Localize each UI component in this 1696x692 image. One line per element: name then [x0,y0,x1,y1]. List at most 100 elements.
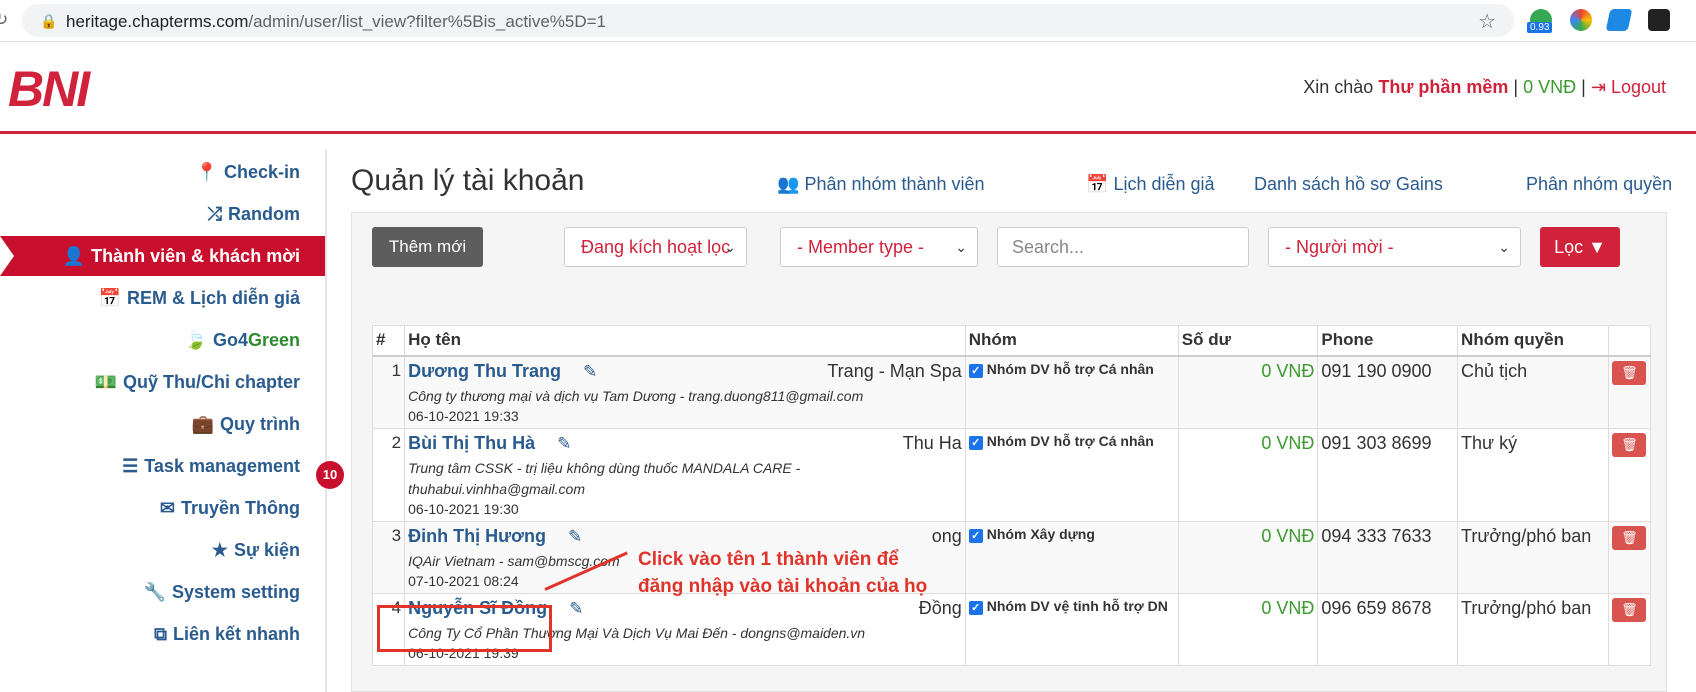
edit-icon[interactable]: ✎ [569,599,583,618]
select-value: - Member type - [797,237,925,257]
select-value: Đang kích hoạt lọc [581,237,731,257]
separator: | [1513,77,1519,97]
sidebar: 📍 Check-in ⤮ Random 👤 Thành viên & khách mờ… [0,150,327,692]
checkbox-icon[interactable]: ✓ [968,435,983,450]
filter-button[interactable]: Lọc ▼ [1540,227,1620,267]
logout-link[interactable]: ⇥ Logout [1591,77,1666,97]
link-label: Phân nhóm thành viên [804,174,985,194]
sidebar-item-tasks[interactable]: ☰ Task management [122,446,300,486]
trash-icon: 🗑 [1621,436,1638,452]
sidebar-item-events[interactable]: ★ Sự kiện [212,530,300,570]
user-greeting: Xin chào Thư phần mềm | 0 VNĐ | ⇥ Logout [1303,77,1666,98]
sidebar-item-checkin[interactable]: 📍 Check-in [196,152,300,192]
annotation-line: Click vào tên 1 thành viên để [638,549,899,570]
actions-cell: 🗑 [1607,355,1652,429]
chevron-down-icon: ⌄ [724,239,736,255]
delete-button[interactable]: 🗑 [1612,360,1647,385]
col-name[interactable]: Họ tên [404,325,966,357]
table-row: 1 Dương Thu Trang ✎ Trang - Mạn Spa Công … [371,355,1652,429]
delete-button[interactable]: 🗑 [1612,597,1647,622]
logout-icon: ⇥ [1590,77,1606,97]
checkbox-icon[interactable]: ✓ [968,528,983,543]
select-value: - Người mời - [1285,237,1394,257]
browser-toolbar: ↻ 🔒 heritage.chapterms.com/admin/user/li… [0,0,1696,42]
bni-logo[interactable]: BNI [8,60,90,118]
bookmark-star-icon[interactable]: ☆ [1478,9,1496,34]
member-company: Trung tâm CSSK - trị liệu không dùng thu… [408,459,801,497]
member-date: 06-10-2021 19:33 [408,407,519,424]
notification-badge[interactable]: 10 [316,461,344,489]
sidebar-item-label: Task management [144,456,300,476]
group-label: Nhóm Xây dựng [986,525,1095,542]
status-filter-select[interactable]: Đang kích hoạt lọc ⌄ [564,227,747,267]
trash-icon: 🗑 [1621,601,1638,617]
group-label: Nhóm DV hỗ trợ Cá nhân [986,432,1154,449]
phone-cell: 091 303 8699 [1317,427,1459,522]
sidebar-item-communication[interactable]: ✉ Truyền Thông [160,488,300,528]
member-short-name: Trang - Mạn Spa [827,360,962,381]
permission-groups-link[interactable]: Phân nhóm quyền [1526,174,1672,195]
gains-list-link[interactable]: Danh sách hồ sơ Gains [1254,174,1443,195]
actions-cell: 🗑 [1607,427,1652,522]
role-cell: Thư ký [1457,427,1609,522]
wrench-icon: 🔧 [143,582,166,602]
col-group[interactable]: Nhóm [964,325,1179,357]
group-label: Nhóm DV vệ tinh hỗ trợ DN [986,597,1168,614]
edit-icon[interactable]: ✎ [583,362,597,381]
sidebar-item-label: Go4 [212,330,248,350]
sidebar-item-label: System setting [171,582,300,602]
sidebar-item-quicklinks[interactable]: ⧉ Liên kết nhanh [154,614,300,654]
reload-icon[interactable]: ↻ [0,10,8,30]
extension-color-icon[interactable] [1570,9,1592,31]
chevron-down-icon: ⌄ [955,239,967,255]
money-icon: 💵 [94,372,117,392]
member-name-link[interactable]: Dương Thu Trang [408,361,561,381]
add-new-button[interactable]: Thêm mới [372,227,483,267]
sidebar-item-label: Quy trình [220,414,300,434]
row-index: 2 [371,427,406,522]
extension-terminal-icon[interactable] [1648,9,1670,31]
delete-button[interactable]: 🗑 [1612,432,1647,457]
checkbox-icon[interactable]: ✓ [968,600,983,615]
edit-icon[interactable]: ✎ [568,527,582,546]
sidebar-item-rem[interactable]: 📅 REM & Lịch diễn giả [99,278,300,318]
sidebar-item-process[interactable]: 💼 Quy trình [192,404,300,444]
filter-icon: ▼ [1588,237,1606,257]
inviter-select[interactable]: - Người mời - ⌄ [1268,227,1521,267]
sidebar-item-fund[interactable]: 💵 Quỹ Thu/Chi chapter [95,362,300,402]
member-short-name: Thu Ha [902,432,962,453]
sidebar-item-label: Liên kết nhanh [172,624,300,644]
delete-button[interactable]: 🗑 [1612,525,1647,550]
col-role[interactable]: Nhóm quyền [1457,325,1609,357]
row-index: 1 [371,355,406,429]
separator: | [1581,77,1586,97]
member-date: 06-10-2021 19:30 [408,500,519,517]
sidebar-item-label: Truyền Thông [181,498,300,518]
checkbox-icon[interactable]: ✓ [968,363,983,378]
extension-blue-icon[interactable] [1605,9,1633,31]
col-phone[interactable]: Phone [1317,325,1459,357]
user-icon: 👤 [62,246,86,266]
row-index: 3 [371,520,406,594]
col-actions [1607,325,1652,357]
sidebar-item-members[interactable]: 👤 Thành viên & khách mời [0,236,325,276]
edit-icon[interactable]: ✎ [557,434,571,453]
sidebar-item-go4green[interactable]: 🍃 Go4Green [185,320,300,360]
member-groups-link[interactable]: 👥 Phân nhóm thành viên [777,174,985,195]
logout-label: Logout [1610,77,1666,97]
search-input[interactable] [997,227,1249,267]
member-type-select[interactable]: - Member type - ⌄ [780,227,978,267]
user-name[interactable]: Thư phần mềm [1378,77,1508,97]
col-balance[interactable]: Số dư [1177,325,1319,357]
member-name-link[interactable]: Đinh Thị Hương [408,526,546,546]
trash-icon: 🗑 [1621,529,1638,545]
envelope-icon: ✉ [159,498,175,518]
speaker-schedule-link[interactable]: 📅 Lịch diễn giả [1086,174,1215,195]
address-bar[interactable]: 🔒 heritage.chapterms.com/admin/user/list… [22,4,1514,37]
sidebar-item-settings[interactable]: 🔧 System setting [144,572,300,612]
member-name-link[interactable]: Bùi Thị Thu Hà [408,433,535,453]
role-cell: Chủ tịch [1457,355,1609,429]
tutorial-annotation: Click vào tên 1 thành viên để đăng nhập … [638,546,948,600]
balance-cell: 0 VNĐ [1177,427,1319,522]
sidebar-item-random[interactable]: ⤮ Random [208,194,300,234]
